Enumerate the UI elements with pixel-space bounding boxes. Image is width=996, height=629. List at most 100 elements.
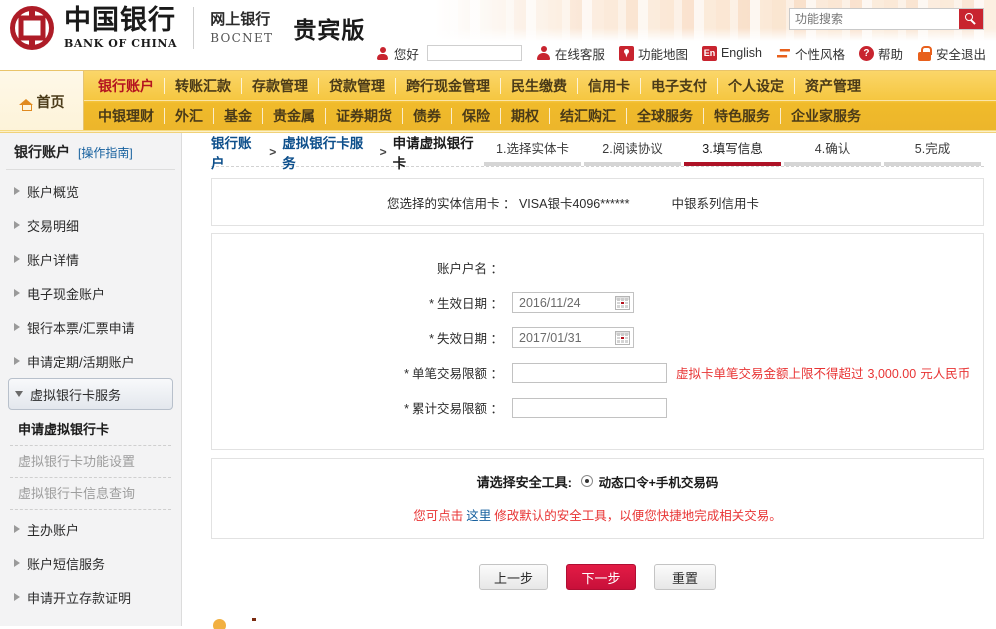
- sidebar-subitem-virtual-card-settings[interactable]: 虚拟银行卡功能设置: [10, 446, 171, 478]
- nav-item-fx-settlement[interactable]: 结汇购汇: [550, 108, 627, 124]
- cumulative-limit-label: * 累计交易限额 ：: [212, 398, 512, 417]
- form-row-account-name: 账户户名 ：: [212, 252, 983, 283]
- selected-card-label-and-number: 您选择的实体信用卡 ： VISA银卡4096******: [387, 193, 629, 212]
- step-indicator: 1.选择实体卡 2.阅读协议 3.填写信息 4.确认 5.完成: [484, 138, 984, 166]
- sidebar-item-account-details[interactable]: 账户详情: [0, 242, 181, 276]
- nav-item-deposit[interactable]: 存款管理: [242, 77, 319, 94]
- function-map-link[interactable]: 功能地图: [618, 44, 688, 63]
- breadcrumb-item-apply-virtual-card: 申请虚拟银行卡: [392, 135, 474, 171]
- account-name-label: 账户户名 ：: [437, 262, 503, 276]
- home-icon: [18, 99, 33, 111]
- effective-date-input[interactable]: [517, 294, 615, 311]
- nav-item-credit-card[interactable]: 信用卡: [578, 77, 641, 94]
- lock-icon: [917, 45, 932, 61]
- nav-item-personal-settings[interactable]: 个人设定: [718, 77, 795, 94]
- nav-item-livelihood-payment[interactable]: 民生缴费: [501, 77, 578, 94]
- form-row-expiry-date: * 失效日期 ：: [212, 322, 983, 353]
- sidebar-item-primary-account[interactable]: 主办账户: [0, 512, 181, 546]
- style-switch-icon: [776, 46, 791, 61]
- step-1-choose-physical-card[interactable]: 1.选择实体卡: [484, 138, 581, 166]
- nav-item-securities-futures[interactable]: 证券期货: [326, 108, 403, 124]
- help-label: 帮助: [877, 47, 903, 62]
- chevron-right-icon: [14, 187, 20, 195]
- sidebar-item-transaction-detail[interactable]: 交易明细: [0, 208, 181, 242]
- single-transaction-limit-input[interactable]: [512, 362, 667, 383]
- nav-item-insurance[interactable]: 保险: [452, 108, 501, 124]
- sidebar-item-deposit-certificate[interactable]: 申请开立存款证明: [0, 580, 181, 614]
- sidebar-item-account-sms-service[interactable]: 账户短信服务: [0, 546, 181, 580]
- nav-item-featured-service[interactable]: 特色服务: [704, 108, 781, 124]
- selected-card-number: VISA银卡4096******: [518, 196, 630, 211]
- search-button[interactable]: [959, 9, 983, 29]
- nav-item-fund[interactable]: 基金: [214, 108, 263, 124]
- function-search[interactable]: [789, 8, 984, 30]
- sidebar-subitem-apply-virtual-card[interactable]: 申请虚拟银行卡: [10, 414, 171, 446]
- application-form-panel: 账户户名 ： *生效日期 ： *失效日期 ：: [211, 233, 984, 450]
- nav-item-bonds[interactable]: 债券: [403, 108, 452, 124]
- step-4-confirm[interactable]: 4.确认: [784, 138, 881, 166]
- nav-item-asset-management[interactable]: 资产管理: [795, 78, 871, 94]
- security-tool-radio[interactable]: [580, 475, 593, 487]
- english-icon: En: [701, 45, 717, 61]
- nav-item-precious-metals[interactable]: 贵金属: [263, 108, 326, 124]
- sidebar-item-cashier-draft-application[interactable]: 银行本票/汇票申请: [0, 310, 181, 344]
- effective-date-field[interactable]: [512, 292, 634, 313]
- next-step-button[interactable]: 下一步: [566, 564, 636, 590]
- required-marker: *: [429, 332, 435, 346]
- sidebar-item-account-overview[interactable]: 账户概览: [0, 174, 181, 208]
- calendar-icon[interactable]: [615, 330, 630, 345]
- nav-item-wealth-management[interactable]: 中银理财: [88, 108, 165, 124]
- expiry-date-field[interactable]: [512, 327, 634, 348]
- security-tool-option[interactable]: 动态口令+手机交易码: [580, 472, 718, 491]
- sidebar-item-e-cash-account[interactable]: 电子现金账户: [0, 276, 181, 310]
- nav-item-e-payment[interactable]: 电子支付: [641, 77, 718, 94]
- nav-item-forex[interactable]: 外汇: [165, 108, 214, 124]
- security-note-link[interactable]: 这里: [466, 509, 491, 523]
- logout-link[interactable]: 安全退出: [917, 44, 986, 63]
- security-note-after: 修改默认的安全工具，以便您快捷地完成相关交易。: [494, 509, 782, 523]
- breadcrumb-item-virtual-card-service[interactable]: 虚拟银行卡服务: [282, 132, 373, 172]
- sidebar-item-virtual-card-service[interactable]: 虚拟银行卡服务: [8, 378, 173, 410]
- nav-rows: 银行账户 转账汇款 存款管理 贷款管理 跨行现金管理 民生缴费 信用卡 电子支付…: [84, 71, 996, 133]
- nav-item-loan[interactable]: 贷款管理: [319, 77, 396, 94]
- online-service-link[interactable]: 在线客服: [536, 44, 605, 63]
- security-tool-note: 您可点击 这里 修改默认的安全工具，以便您快捷地完成相关交易。: [212, 505, 983, 524]
- search-input[interactable]: [790, 9, 959, 29]
- language-switch-link[interactable]: En English: [701, 45, 762, 61]
- calendar-icon[interactable]: [615, 295, 630, 310]
- nav-item-transfer[interactable]: 转账汇款: [165, 77, 242, 94]
- nav-item-options[interactable]: 期权: [501, 108, 550, 124]
- sidebar-item-label: 申请定期/活期账户: [27, 354, 135, 370]
- help-icon: ?: [858, 45, 874, 61]
- nav-item-cross-bank-cash[interactable]: 跨行现金管理: [396, 77, 501, 94]
- nav-home-label: 首页: [36, 94, 65, 110]
- main-content: 银行账户 > 虚拟银行卡服务 > 申请虚拟银行卡 1.选择实体卡 2.阅读协议 …: [182, 132, 996, 629]
- sidebar-subitem-virtual-card-inquiry[interactable]: 虚拟银行卡信息查询: [10, 478, 171, 510]
- reset-button[interactable]: 重置: [654, 564, 716, 590]
- help-link[interactable]: ? 帮助: [858, 44, 903, 63]
- sidebar-item-apply-term-current-account[interactable]: 申请定期/活期账户: [0, 344, 181, 378]
- nav-home-button[interactable]: 首页: [0, 71, 84, 133]
- sidebar-operation-guide-link[interactable]: [操作指南]: [78, 144, 133, 161]
- expiry-date-label: * 失效日期 ：: [212, 328, 512, 347]
- previous-step-button[interactable]: 上一步: [478, 564, 548, 590]
- main-navigation: 首页 银行账户 转账汇款 存款管理 贷款管理 跨行现金管理 民生缴费 信用卡 电…: [0, 70, 996, 133]
- nav-item-entrepreneur-service[interactable]: 企业家服务: [781, 108, 871, 124]
- style-label: 个性风格: [794, 47, 845, 62]
- brand-name-cn: 中国银行: [64, 4, 176, 36]
- step-2-read-agreement[interactable]: 2.阅读协议: [584, 138, 681, 166]
- expiry-date-input[interactable]: [517, 329, 615, 346]
- cumulative-transaction-limit-input[interactable]: [512, 397, 667, 418]
- form-row-cumulative-limit: * 累计交易限额 ：: [212, 392, 983, 423]
- nav-item-global-service[interactable]: 全球服务: [627, 108, 704, 124]
- nav-item-bank-account[interactable]: 银行账户: [88, 77, 165, 94]
- customer-service-icon: [536, 45, 551, 61]
- step-3-fill-information[interactable]: 3.填写信息: [684, 138, 781, 166]
- step-5-complete[interactable]: 5.完成: [884, 138, 981, 166]
- required-marker: *: [429, 297, 435, 311]
- nav-row-primary: 银行账户 转账汇款 存款管理 贷款管理 跨行现金管理 民生缴费 信用卡 电子支付…: [84, 71, 996, 101]
- style-switch-link[interactable]: 个性风格: [776, 44, 845, 63]
- breadcrumb-item-bank-account[interactable]: 银行账户: [211, 132, 263, 172]
- security-tool-panel: 请选择安全工具: 动态口令+手机交易码 您可点击 这里 修改默认的安全工具，以便您快…: [211, 458, 984, 539]
- single-limit-label-text: 单笔交易限额 ：: [412, 367, 503, 381]
